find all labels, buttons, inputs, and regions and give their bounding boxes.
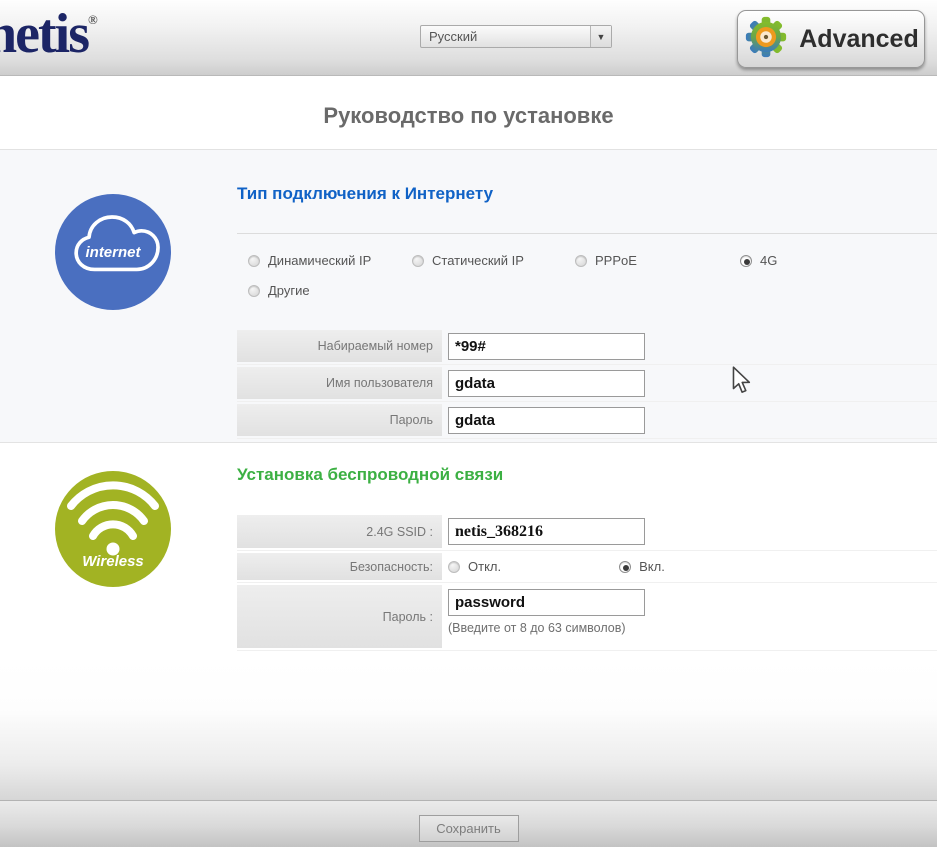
radio-label: Динамический IP: [268, 253, 371, 268]
form-row-username: Имя пользователя: [237, 365, 937, 402]
radio-circle-icon-selected[interactable]: [740, 255, 752, 267]
radio-4g[interactable]: 4G: [740, 253, 777, 268]
field-label: Пароль :: [237, 585, 442, 648]
wan-password-input[interactable]: [448, 407, 645, 434]
field-label: Имя пользователя: [237, 367, 442, 399]
radio-other[interactable]: Другие: [248, 283, 310, 298]
page-title: Руководство по установке: [0, 76, 937, 129]
radio-circle-icon[interactable]: [575, 255, 587, 267]
content-spacer: [0, 661, 937, 800]
radio-label: Откл.: [468, 559, 501, 574]
language-dropdown[interactable]: Русский ▼: [420, 25, 612, 48]
radio-label: Статический IP: [432, 253, 524, 268]
radio-security-on[interactable]: Вкл.: [619, 559, 665, 574]
form-row-ssid: 2.4G SSID :: [237, 513, 937, 551]
ssid-input[interactable]: [448, 518, 645, 545]
wireless-wifi-icon: Wireless: [55, 471, 171, 587]
internet-cloud-icon: internet: [55, 194, 171, 310]
password-hint: (Введите от 8 до 63 символов): [448, 621, 645, 635]
heading-divider: [237, 233, 937, 234]
form-row-wifi-password: Пароль : (Введите от 8 до 63 символов): [237, 583, 937, 651]
chevron-down-icon: ▼: [597, 32, 606, 42]
internet-form-table: Набираемый номер Имя пользователя Пароль: [237, 328, 937, 439]
radio-circle-icon[interactable]: [448, 561, 460, 573]
field-label: 2.4G SSID :: [237, 515, 442, 548]
radio-circle-icon[interactable]: [248, 285, 260, 297]
radio-label: Вкл.: [639, 559, 665, 574]
internet-icon-label: internet: [55, 244, 171, 261]
radio-label: 4G: [760, 253, 777, 268]
wireless-section: Wireless Установка беспроводной связи 2.…: [0, 443, 937, 661]
field-label: Безопасность:: [237, 553, 442, 580]
dial-number-input[interactable]: [448, 333, 645, 360]
radio-static-ip[interactable]: Статический IP: [412, 253, 524, 268]
form-row-dial-number: Набираемый номер: [237, 328, 937, 365]
radio-circle-icon[interactable]: [248, 255, 260, 267]
form-row-security: Безопасность: Откл. Вкл.: [237, 551, 937, 583]
dropdown-arrow-button[interactable]: ▼: [590, 26, 611, 47]
username-input[interactable]: [448, 370, 645, 397]
internet-section-heading: Тип подключения к Интернету: [237, 184, 493, 204]
setup-wizard-page: netis® Русский ▼: [0, 0, 937, 847]
internet-section: internet Тип подключения к Интернету Дин…: [0, 150, 937, 443]
title-band: Руководство по установке: [0, 76, 937, 150]
gear-icon: [743, 14, 789, 65]
radio-label: Другие: [268, 283, 310, 298]
netis-logo-text: netis: [0, 3, 88, 65]
form-row-password: Пароль: [237, 402, 937, 439]
wireless-icon-label: Wireless: [55, 553, 171, 570]
wireless-form-table: 2.4G SSID : Безопасность: Откл. Вкл.: [237, 513, 937, 651]
wifi-password-wrap: (Введите от 8 до 63 символов): [448, 583, 645, 635]
language-selected-value: Русский: [421, 29, 590, 44]
radio-pppoe[interactable]: PPPoE: [575, 253, 637, 268]
advanced-button-label: Advanced: [799, 25, 918, 54]
registered-mark: ®: [88, 12, 98, 27]
radio-security-off[interactable]: Откл.: [448, 559, 501, 574]
radio-circle-icon[interactable]: [412, 255, 424, 267]
header: netis® Русский ▼: [0, 0, 937, 76]
radio-circle-icon-selected[interactable]: [619, 561, 631, 573]
radio-dynamic-ip[interactable]: Динамический IP: [248, 253, 371, 268]
wireless-section-heading: Установка беспроводной связи: [237, 465, 503, 485]
advanced-button[interactable]: Advanced: [737, 10, 925, 68]
footer-bar: Сохранить: [0, 800, 937, 847]
field-label: Пароль: [237, 404, 442, 436]
field-label: Набираемый номер: [237, 330, 442, 362]
security-radio-group: Откл. Вкл.: [448, 559, 665, 574]
netis-logo: netis®: [0, 2, 98, 66]
save-button[interactable]: Сохранить: [419, 815, 519, 842]
wifi-password-input[interactable]: [448, 589, 645, 616]
radio-label: PPPoE: [595, 253, 637, 268]
